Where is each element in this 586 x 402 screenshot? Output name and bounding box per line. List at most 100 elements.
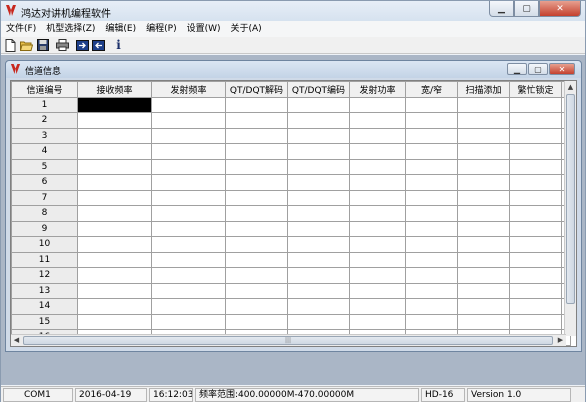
column-header-tx-power[interactable]: 发射功率 bbox=[349, 81, 406, 98]
grid-cell[interactable] bbox=[225, 267, 288, 284]
grid-cell[interactable] bbox=[509, 96, 562, 113]
grid-cell[interactable] bbox=[457, 220, 510, 237]
grid-cell[interactable] bbox=[287, 267, 350, 284]
grid-cell[interactable] bbox=[349, 127, 406, 144]
grid-cell[interactable] bbox=[405, 112, 458, 129]
grid-cell[interactable] bbox=[349, 112, 406, 129]
grid-cell[interactable] bbox=[225, 127, 288, 144]
grid-cell[interactable] bbox=[457, 205, 510, 222]
grid-cell[interactable] bbox=[509, 174, 562, 191]
grid-cell[interactable] bbox=[287, 96, 350, 113]
menu-file[interactable]: 文件(F) bbox=[1, 21, 41, 37]
grid-cell[interactable] bbox=[77, 313, 152, 330]
grid-cell[interactable] bbox=[77, 267, 152, 284]
grid-cell[interactable] bbox=[405, 267, 458, 284]
menu-settings[interactable]: 设置(W) bbox=[182, 21, 226, 37]
grid-cell[interactable] bbox=[457, 96, 510, 113]
grid-cell[interactable] bbox=[287, 220, 350, 237]
grid-cell[interactable] bbox=[509, 112, 562, 129]
grid-cell[interactable] bbox=[151, 127, 226, 144]
grid-cell[interactable] bbox=[509, 251, 562, 268]
grid-cell[interactable] bbox=[509, 282, 562, 299]
row-header-channel-number[interactable]: 8 bbox=[11, 205, 78, 222]
horizontal-scrollbar[interactable]: ◀ ||| ▶ bbox=[11, 334, 566, 346]
child-maximize-button[interactable]: ▢ bbox=[528, 63, 548, 75]
row-header-channel-number[interactable]: 9 bbox=[11, 220, 78, 237]
grid-cell[interactable] bbox=[287, 282, 350, 299]
about-button[interactable]: i bbox=[111, 38, 126, 53]
grid-cell[interactable] bbox=[349, 236, 406, 253]
grid-cell[interactable] bbox=[225, 298, 288, 315]
grid-cell[interactable] bbox=[77, 189, 152, 206]
grid-cell[interactable] bbox=[151, 267, 226, 284]
grid-cell[interactable] bbox=[405, 298, 458, 315]
grid-cell[interactable] bbox=[77, 236, 152, 253]
grid-cell[interactable] bbox=[77, 143, 152, 160]
grid-cell[interactable] bbox=[287, 189, 350, 206]
new-button[interactable] bbox=[3, 38, 18, 53]
scroll-left-icon[interactable]: ◀ bbox=[11, 335, 22, 346]
column-header-tx-freq[interactable]: 发射频率 bbox=[151, 81, 226, 98]
grid-cell[interactable] bbox=[457, 174, 510, 191]
grid-cell[interactable] bbox=[405, 174, 458, 191]
grid-cell[interactable] bbox=[225, 143, 288, 160]
grid-cell[interactable] bbox=[151, 220, 226, 237]
row-header-channel-number[interactable]: 13 bbox=[11, 282, 78, 299]
row-header-channel-number[interactable]: 1 bbox=[11, 96, 78, 113]
row-header-channel-number[interactable]: 4 bbox=[11, 143, 78, 160]
grid-cell[interactable] bbox=[151, 158, 226, 175]
grid-cell[interactable] bbox=[77, 96, 152, 113]
grid-cell[interactable] bbox=[349, 205, 406, 222]
grid-cell[interactable] bbox=[405, 143, 458, 160]
grid-cell[interactable] bbox=[287, 127, 350, 144]
grid-cell[interactable] bbox=[151, 143, 226, 160]
grid-cell[interactable] bbox=[225, 174, 288, 191]
grid-cell[interactable] bbox=[349, 174, 406, 191]
grid-cell[interactable] bbox=[405, 220, 458, 237]
grid-cell[interactable] bbox=[509, 298, 562, 315]
row-header-channel-number[interactable]: 14 bbox=[11, 298, 78, 315]
grid-cell[interactable] bbox=[287, 112, 350, 129]
grid-cell[interactable] bbox=[509, 313, 562, 330]
grid-cell[interactable] bbox=[151, 298, 226, 315]
grid-cell[interactable] bbox=[405, 236, 458, 253]
grid-cell[interactable] bbox=[151, 174, 226, 191]
grid-cell[interactable] bbox=[225, 158, 288, 175]
grid-cell[interactable] bbox=[77, 174, 152, 191]
child-close-button[interactable]: ✕ bbox=[549, 63, 575, 75]
minimize-button[interactable]: ▁ bbox=[489, 1, 514, 17]
grid-cell[interactable] bbox=[225, 205, 288, 222]
row-header-channel-number[interactable]: 5 bbox=[11, 158, 78, 175]
grid-cell[interactable] bbox=[457, 313, 510, 330]
grid-cell[interactable] bbox=[349, 220, 406, 237]
grid-cell[interactable] bbox=[405, 251, 458, 268]
grid-cell[interactable] bbox=[457, 282, 510, 299]
column-header-busy-lock[interactable]: 繁忙锁定 bbox=[509, 81, 562, 98]
grid-cell[interactable] bbox=[77, 205, 152, 222]
grid-cell[interactable] bbox=[225, 236, 288, 253]
grid-cell[interactable] bbox=[77, 112, 152, 129]
menu-edit[interactable]: 编辑(E) bbox=[100, 21, 141, 37]
row-header-channel-number[interactable]: 12 bbox=[11, 267, 78, 284]
grid-cell[interactable] bbox=[457, 143, 510, 160]
grid-cell[interactable] bbox=[77, 158, 152, 175]
grid-cell[interactable] bbox=[509, 127, 562, 144]
grid-cell[interactable] bbox=[349, 282, 406, 299]
grid-cell[interactable] bbox=[225, 220, 288, 237]
column-header-qt-encode[interactable]: QT/DQT编码 bbox=[287, 81, 350, 98]
scroll-up-icon[interactable]: ▲ bbox=[565, 81, 576, 93]
grid-cell[interactable] bbox=[225, 313, 288, 330]
row-header-channel-number[interactable]: 2 bbox=[11, 112, 78, 129]
close-button[interactable]: ✕ bbox=[539, 1, 581, 17]
grid-cell[interactable] bbox=[509, 205, 562, 222]
scroll-right-icon[interactable]: ▶ bbox=[555, 335, 566, 346]
grid-cell[interactable] bbox=[77, 251, 152, 268]
row-header-channel-number[interactable]: 10 bbox=[11, 236, 78, 253]
grid-cell[interactable] bbox=[225, 251, 288, 268]
column-header-rx-freq[interactable]: 接收频率 bbox=[77, 81, 152, 98]
grid-cell[interactable] bbox=[405, 282, 458, 299]
grid-cell[interactable] bbox=[151, 189, 226, 206]
write-radio-button[interactable] bbox=[91, 38, 106, 53]
grid-cell[interactable] bbox=[287, 158, 350, 175]
row-header-channel-number[interactable]: 15 bbox=[11, 313, 78, 330]
